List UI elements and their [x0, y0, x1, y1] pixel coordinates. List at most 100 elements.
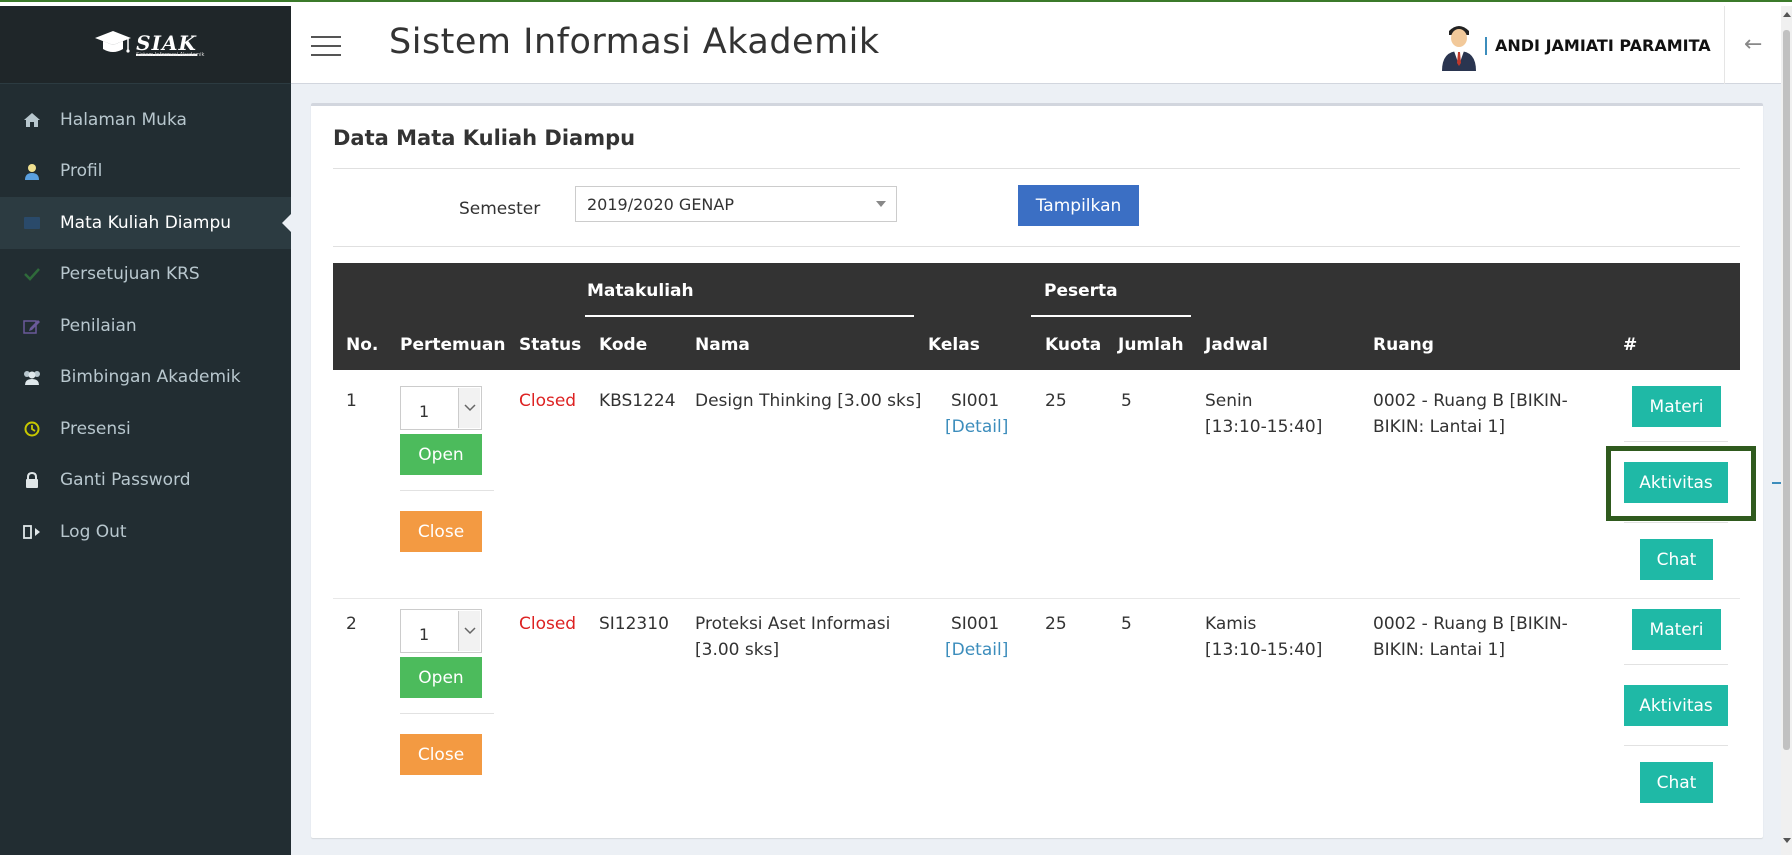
- sidebar: SIAK Sistem Informasi Akademik Halaman M…: [0, 6, 291, 855]
- column-header-ruang: Ruang: [1373, 335, 1434, 355]
- column-header-action: #: [1623, 335, 1638, 355]
- sidebar-item-ganti-password[interactable]: Ganti Password: [0, 455, 291, 507]
- sidebar-item-label: Persetujuan KRS: [60, 264, 200, 285]
- clock-icon: [22, 419, 42, 439]
- user-name: ANDI JAMIATI PARAMITA: [1485, 37, 1711, 55]
- cell-kuota: 25: [1045, 391, 1067, 411]
- cell-kode: KBS1224: [599, 391, 676, 411]
- divider: [400, 490, 494, 491]
- open-button[interactable]: Open: [400, 657, 482, 698]
- sidebar-menu: Halaman Muka Profil Mata Kuliah Diampu P…: [0, 94, 291, 558]
- sidebar-item-profil[interactable]: Profil: [0, 146, 291, 198]
- cell-nama: Design Thinking [3.00 sks]: [695, 391, 922, 411]
- sidebar-item-halaman-muka[interactable]: Halaman Muka: [0, 94, 291, 146]
- sidebar-item-label: Penilaian: [60, 315, 137, 336]
- open-button[interactable]: Open: [400, 434, 482, 475]
- top-header: Sistem Informasi Akademik ANDI JAMIATI P…: [291, 6, 1792, 84]
- avatar: [1442, 26, 1476, 71]
- semester-label: Semester: [459, 199, 541, 219]
- chat-button[interactable]: Chat: [1640, 762, 1713, 803]
- hamburger-menu-icon[interactable]: [311, 36, 341, 56]
- chevron-down-icon: [458, 388, 480, 428]
- pertemuan-select[interactable]: 1: [400, 386, 482, 430]
- cell-jadwal-time: [13:10-15:40]: [1205, 417, 1323, 437]
- sidebar-item-label: Halaman Muka: [60, 109, 187, 130]
- sidebar-item-label: Profil: [60, 161, 103, 182]
- divider: [1624, 664, 1728, 665]
- logo-area[interactable]: SIAK Sistem Informasi Akademik: [0, 6, 291, 84]
- row-separator: [333, 598, 1740, 599]
- group-header-peserta: Peserta: [1044, 281, 1118, 301]
- aktivitas-button[interactable]: Aktivitas: [1624, 462, 1728, 503]
- divider: [1624, 522, 1728, 523]
- divider: [333, 246, 1740, 247]
- cell-jumlah: 5: [1121, 614, 1132, 634]
- scrollbar-thumb[interactable]: [1783, 30, 1790, 750]
- cell-jadwal-time: [13:10-15:40]: [1205, 640, 1323, 660]
- cell-no: 1: [346, 391, 357, 411]
- column-header-jumlah: Jumlah: [1118, 335, 1184, 355]
- chevron-down-icon: [458, 611, 480, 651]
- users-icon: [22, 367, 42, 387]
- edit-icon: [22, 316, 42, 336]
- caret-down-icon: [876, 201, 886, 207]
- sidebar-item-label: Log Out: [60, 521, 127, 542]
- aktivitas-button[interactable]: Aktivitas: [1624, 685, 1728, 726]
- column-header-kelas: Kelas: [928, 335, 980, 355]
- status-badge: Closed: [519, 614, 577, 634]
- tampilkan-button[interactable]: Tampilkan: [1018, 185, 1139, 226]
- cell-ruang: 0002 - Ruang B [BIKIN-: [1373, 614, 1568, 634]
- cell-nama: Proteksi Aset Informasi: [695, 614, 891, 634]
- cell-jadwal-day: Senin: [1205, 391, 1253, 411]
- box-title: Data Mata Kuliah Diampu: [333, 126, 636, 150]
- group-header-matakuliah: Matakuliah: [587, 281, 694, 301]
- column-header-nama: Nama: [695, 335, 750, 355]
- divider: [400, 713, 494, 714]
- materi-button[interactable]: Materi: [1632, 609, 1721, 650]
- divider: [1624, 441, 1728, 442]
- column-header-jadwal: Jadwal: [1205, 335, 1268, 355]
- sidebar-item-persetujuan-krs[interactable]: Persetujuan KRS: [0, 249, 291, 301]
- column-header-kode: Kode: [599, 335, 648, 355]
- table-header: Matakuliah Peserta No. Pertemuan Status …: [333, 263, 1740, 370]
- sidebar-item-label: Mata Kuliah Diampu: [60, 212, 232, 233]
- edge-marker: [1772, 482, 1781, 484]
- column-header-status: Status: [519, 335, 582, 355]
- sidebar-item-presensi[interactable]: Presensi: [0, 403, 291, 455]
- header-separator: [1724, 6, 1725, 84]
- column-header-pertemuan: Pertemuan: [400, 335, 506, 355]
- cell-jumlah: 5: [1121, 391, 1132, 411]
- close-button[interactable]: Close: [400, 734, 482, 775]
- graduation-cap-icon: [95, 30, 132, 53]
- divider: [1624, 745, 1728, 746]
- cell-kode: SI12310: [599, 614, 669, 634]
- user-icon: [22, 161, 42, 181]
- scroll-up-icon[interactable]: [1783, 12, 1791, 17]
- user-menu[interactable]: ANDI JAMIATI PARAMITA: [1439, 20, 1711, 72]
- group-underline: [1031, 315, 1191, 317]
- status-badge: Closed: [519, 391, 577, 411]
- sidebar-item-mata-kuliah-diampu[interactable]: Mata Kuliah Diampu: [0, 197, 291, 249]
- detail-link[interactable]: [Detail]: [945, 414, 1008, 440]
- semester-select-value: 2019/2020 GENAP: [587, 195, 734, 214]
- sidebar-item-bimbingan-akademik[interactable]: Bimbingan Akademik: [0, 352, 291, 404]
- detail-link[interactable]: [Detail]: [945, 637, 1008, 663]
- sidebar-item-log-out[interactable]: Log Out: [0, 506, 291, 558]
- cell-no: 2: [346, 614, 357, 634]
- logo: SIAK Sistem Informasi Akademik: [94, 28, 204, 62]
- logout-icon: [22, 522, 42, 542]
- divider: [333, 168, 1740, 169]
- pertemuan-select[interactable]: 1: [400, 609, 482, 653]
- sidebar-item-label: Bimbingan Akademik: [60, 367, 241, 388]
- chat-button[interactable]: Chat: [1640, 539, 1713, 580]
- semester-select[interactable]: 2019/2020 GENAP: [575, 186, 897, 222]
- cell-ruang: 0002 - Ruang B [BIKIN-: [1373, 391, 1568, 411]
- scroll-down-icon[interactable]: [1783, 838, 1791, 843]
- page-title: Sistem Informasi Akademik: [389, 22, 880, 62]
- arrow-left-icon[interactable]: ←: [1744, 32, 1762, 57]
- close-button[interactable]: Close: [400, 511, 482, 552]
- sidebar-item-penilaian[interactable]: Penilaian: [0, 300, 291, 352]
- group-underline: [585, 315, 914, 317]
- materi-button[interactable]: Materi: [1632, 386, 1721, 427]
- cell-kelas: SI001: [951, 391, 1000, 411]
